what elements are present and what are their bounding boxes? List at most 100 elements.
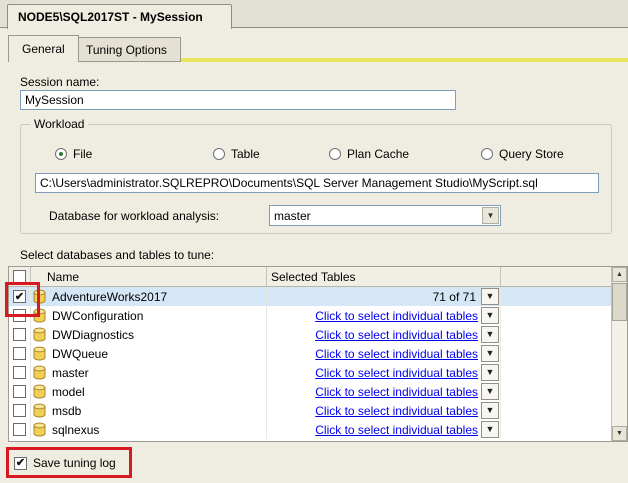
tab-general[interactable]: General <box>8 35 79 62</box>
row-filler <box>501 306 611 325</box>
save-tuning-log-checkbox[interactable] <box>14 456 27 470</box>
selected-tables-count: 71 of 71 <box>432 289 476 304</box>
workload-group: Workload File Table Plan Cache Query Sto… <box>20 117 612 234</box>
session-name-input[interactable] <box>20 90 456 110</box>
row-filler <box>501 344 611 363</box>
workload-radio-file[interactable] <box>55 148 67 160</box>
workload-group-label: Workload <box>30 117 89 131</box>
chevron-down-icon: ▼ <box>485 329 495 339</box>
chevron-down-icon[interactable]: ▼ <box>482 207 499 224</box>
row-tables-cell: Click to select individual tables ▼ <box>267 401 501 420</box>
database-checkbox[interactable] <box>13 423 26 436</box>
tab-strip: General Tuning Options <box>8 35 628 62</box>
row-filler <box>501 382 611 401</box>
tables-dropdown-button[interactable]: ▼ <box>481 326 499 343</box>
row-name-cell: model <box>31 382 267 401</box>
database-checkbox[interactable] <box>13 290 26 303</box>
tables-dropdown-button[interactable]: ▼ <box>481 307 499 324</box>
row-tables-cell: Click to select individual tables ▼ <box>267 306 501 325</box>
grid-body: AdventureWorks201771 of 71▼DWConfigurati… <box>9 287 611 439</box>
table-row[interactable]: master Click to select individual tables ▼ <box>9 363 611 382</box>
grid-header: Name Selected Tables <box>9 267 611 287</box>
select-tables-link[interactable]: Click to select individual tables <box>315 404 478 418</box>
workload-option-table[interactable]: Table <box>213 147 260 161</box>
row-name-cell: DWConfiguration <box>31 306 267 325</box>
row-tables-cell: Click to select individual tables ▼ <box>267 382 501 401</box>
database-name: master <box>52 365 89 380</box>
select-tables-link[interactable]: Click to select individual tables <box>315 366 478 380</box>
row-name-cell: master <box>31 363 267 382</box>
database-name: DWConfiguration <box>52 308 144 323</box>
workload-radio-table[interactable] <box>213 148 225 160</box>
header-name[interactable]: Name <box>31 267 267 286</box>
workload-database-combo[interactable]: master ▼ <box>269 205 501 226</box>
row-name-cell: AdventureWorks2017 <box>31 287 267 306</box>
row-tables-cell: Click to select individual tables ▼ <box>267 420 501 439</box>
table-row[interactable]: AdventureWorks2017 71 of 71 ▼ <box>9 287 611 306</box>
document-tab-strip: NODE5\SQL2017ST - MySession <box>0 0 628 29</box>
row-check-cell <box>9 287 31 306</box>
tab-tuning-options[interactable]: Tuning Options <box>72 37 181 62</box>
workload-radio-file-label: File <box>73 147 93 161</box>
workload-radio-query-store[interactable] <box>481 148 493 160</box>
tables-dropdown-button[interactable]: ▼ <box>481 421 499 438</box>
chevron-down-icon: ▼ <box>485 348 495 358</box>
save-tuning-log-label: Save tuning log <box>33 456 116 470</box>
header-selected-tables[interactable]: Selected Tables <box>267 267 501 286</box>
tables-dropdown-button[interactable]: ▼ <box>481 364 499 381</box>
database-icon <box>33 346 46 361</box>
chevron-down-icon: ▼ <box>485 405 495 415</box>
row-filler <box>501 401 611 420</box>
tab-tuning-options-label: Tuning Options <box>86 42 167 57</box>
database-checkbox[interactable] <box>13 404 26 417</box>
table-row[interactable]: DWDiagnostics Click to select individual … <box>9 325 611 344</box>
database-name: DWQueue <box>52 346 109 361</box>
database-checkbox[interactable] <box>13 328 26 341</box>
scrollbar-thumb[interactable] <box>612 283 627 321</box>
select-tables-link[interactable]: Click to select individual tables <box>315 423 478 437</box>
select-tables-link[interactable]: Click to select individual tables <box>315 328 478 342</box>
tables-dropdown-button[interactable]: ▼ <box>481 345 499 362</box>
session-name-label: Session name: <box>20 75 100 89</box>
select-databases-label: Select databases and tables to tune: <box>20 248 215 262</box>
workload-database-label: Database for workload analysis: <box>49 209 220 223</box>
tables-dropdown-button[interactable]: ▼ <box>481 288 499 305</box>
chevron-down-icon: ▼ <box>485 291 495 301</box>
chevron-down-icon: ▼ <box>485 386 495 396</box>
database-checkbox[interactable] <box>13 309 26 322</box>
vertical-scrollbar[interactable]: ▲ ▼ <box>611 267 627 441</box>
select-tables-link[interactable]: Click to select individual tables <box>315 385 478 399</box>
workload-option-query-store[interactable]: Query Store <box>481 147 564 161</box>
tuning-advisor-window: NODE5\SQL2017ST - MySession General Tuni… <box>0 0 628 483</box>
workload-option-plan-cache[interactable]: Plan Cache <box>329 147 409 161</box>
workload-radio-plan-cache[interactable] <box>329 148 341 160</box>
database-checkbox[interactable] <box>13 347 26 360</box>
table-row[interactable]: DWConfiguration Click to select individua… <box>9 306 611 325</box>
database-checkbox[interactable] <box>13 385 26 398</box>
workload-file-path-input[interactable] <box>35 173 599 193</box>
arrow-up-icon[interactable]: ▲ <box>612 267 627 282</box>
row-tables-cell: Click to select individual tables ▼ <box>267 325 501 344</box>
select-tables-link[interactable]: Click to select individual tables <box>315 309 478 323</box>
database-checkbox[interactable] <box>13 366 26 379</box>
tables-dropdown-button[interactable]: ▼ <box>481 383 499 400</box>
tab-general-label: General <box>22 42 65 56</box>
document-tab[interactable]: NODE5\SQL2017ST - MySession <box>7 4 232 29</box>
database-icon <box>33 384 46 399</box>
row-check-cell <box>9 420 31 439</box>
save-tuning-log-row: Save tuning log <box>14 456 116 470</box>
table-row[interactable]: model Click to select individual tables ▼ <box>9 382 611 401</box>
chevron-down-icon: ▼ <box>485 367 495 377</box>
chevron-down-icon: ▼ <box>485 310 495 320</box>
database-grid: Name Selected Tables AdventureWorks2017 7… <box>8 266 628 442</box>
workload-option-file[interactable]: File <box>55 147 92 161</box>
tables-dropdown-button[interactable]: ▼ <box>481 402 499 419</box>
table-row[interactable]: sqlnexus Click to select individual table… <box>9 420 611 439</box>
table-row[interactable]: DWQueue Click to select individual tables… <box>9 344 611 363</box>
arrow-down-icon[interactable]: ▼ <box>612 426 627 441</box>
table-row[interactable]: msdb Click to select individual tables ▼ <box>9 401 611 420</box>
workload-radio-plan-cache-label: Plan Cache <box>347 147 410 161</box>
database-icon <box>33 365 46 380</box>
select-all-checkbox[interactable] <box>13 270 26 283</box>
select-tables-link[interactable]: Click to select individual tables <box>315 347 478 361</box>
